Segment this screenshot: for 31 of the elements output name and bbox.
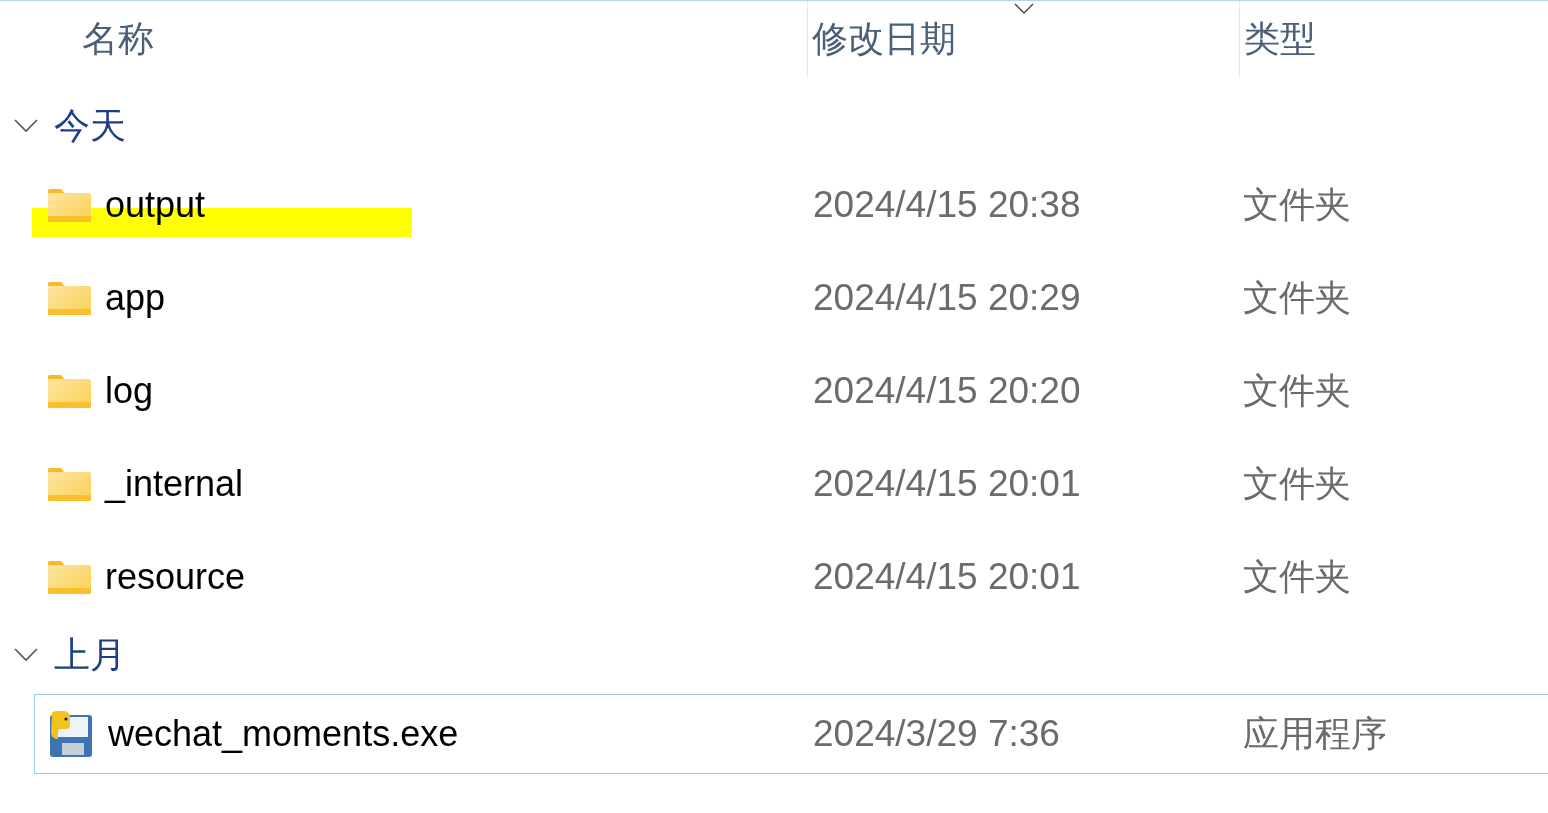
file-type: 应用程序 [1242,711,1387,756]
modified-date: 2024/4/15 20:38 [812,184,1082,226]
column-header[interactable]: 修改日期 [812,15,956,64]
file-type: 文件夹 [1242,461,1351,506]
folder-icon [48,374,91,408]
modified-date: 2024/4/15 20:01 [812,556,1082,598]
modified-date: 2024/4/15 20:01 [812,463,1082,505]
program-icon [48,711,94,757]
file-type: 文件夹 [1242,182,1351,227]
focused-file-row[interactable]: wechat_moments.exe 2024/3/29 7:36 应用程序 [34,694,1548,774]
file-name[interactable]: log [105,370,154,412]
modified-date: 2024/3/29 7:36 [812,713,1061,755]
file-type: 文件夹 [1242,554,1351,599]
folder-icon [48,467,91,501]
folder-icon [48,281,91,315]
file-type: 文件夹 [1242,368,1351,413]
modified-date: 2024/4/15 20:29 [812,277,1082,319]
folder-icon [48,560,91,594]
file-name[interactable]: wechat_moments.exe [108,713,459,755]
column-header[interactable]: 名称 [82,15,154,64]
file-name[interactable]: resource [105,556,246,598]
file-name[interactable]: _internal [105,463,244,505]
chevron-icon[interactable] [14,648,38,662]
folder-icon [48,188,91,222]
file-type: 文件夹 [1242,275,1351,320]
modified-date: 2024/4/15 20:20 [812,370,1082,412]
column-header[interactable]: 类型 [1244,15,1316,64]
file-name[interactable]: app [105,277,166,319]
group-label[interactable]: 上月 [54,630,126,680]
group-label[interactable]: 今天 [54,101,126,151]
chevron-icon[interactable] [14,119,38,133]
